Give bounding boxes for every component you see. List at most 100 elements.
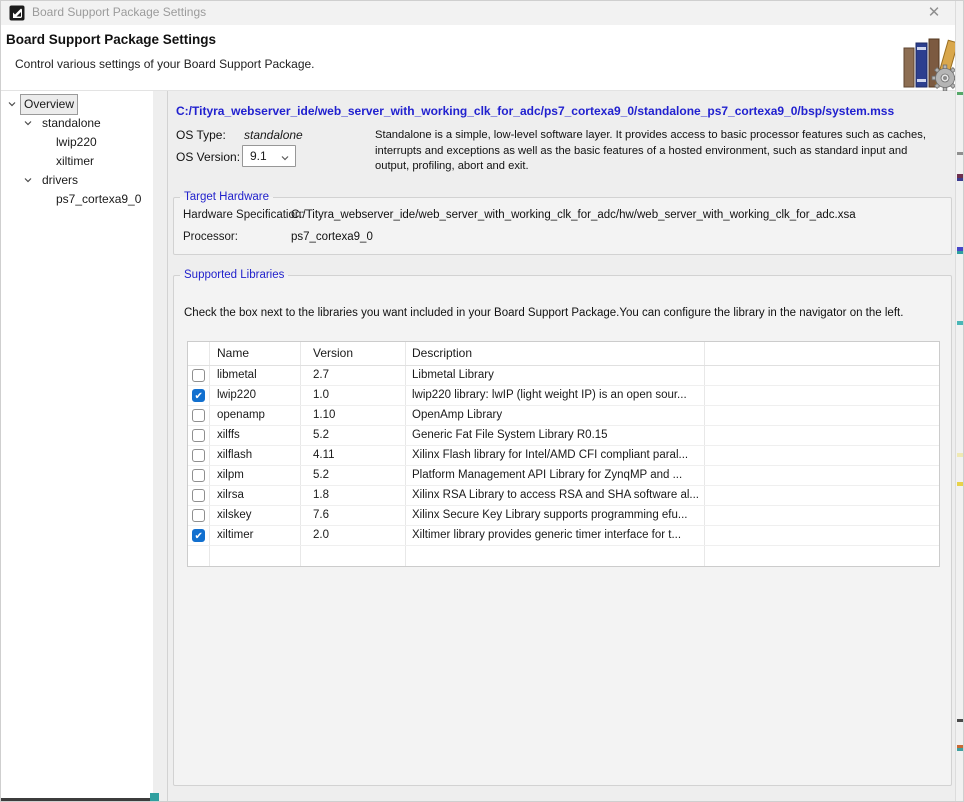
navigator-sidebar: Overview standalone lwip220 xiltimer dri… (1, 91, 153, 798)
library-row[interactable]: xilflash 4.11 Xilinx Flash library for I… (188, 446, 939, 466)
bottom-edge-artifact (1, 798, 153, 801)
annotation-mark[interactable] (957, 719, 963, 722)
library-row[interactable]: lwip220 1.0 lwip220 library: lwIP (light… (188, 386, 939, 406)
sidebar-item-xiltimer[interactable]: xiltimer (1, 152, 153, 171)
library-checkbox[interactable] (192, 389, 205, 402)
library-row[interactable]: libmetal 2.7 Libmetal Library (188, 366, 939, 386)
library-row-empty-cell (705, 526, 939, 545)
library-description: Xilinx Flash library for Intel/AMD CFI c… (406, 446, 705, 465)
empty-table-row (188, 546, 939, 566)
page-subtitle: Control various settings of your Board S… (15, 57, 315, 71)
library-row[interactable]: xiltimer 2.0 Xiltimer library provides g… (188, 526, 939, 546)
app-logo-icon (9, 5, 25, 21)
header-name: Name (210, 342, 301, 365)
target-hardware-legend: Target Hardware (180, 191, 273, 203)
tree-item-label: Overview (21, 95, 77, 114)
close-button[interactable]: ✕ (923, 3, 945, 23)
overview-ruler[interactable] (955, 1, 963, 801)
library-version: 5.2 (301, 426, 406, 445)
library-version: 5.2 (301, 466, 406, 485)
library-row[interactable]: xilffs 5.2 Generic Fat File System Libra… (188, 426, 939, 446)
library-description: Platform Management API Library for Zynq… (406, 466, 705, 485)
sidebar-item-ps7_cortexa9_0[interactable]: ps7_cortexa9_0 (1, 190, 153, 209)
library-name: lwip220 (210, 386, 301, 405)
library-name: xiltimer (210, 526, 301, 545)
chevron-down-icon[interactable] (23, 175, 33, 185)
supported-libraries-legend: Supported Libraries (180, 269, 288, 281)
hardware-spec-label: Hardware Specification: (183, 209, 304, 221)
library-row-empty-cell (705, 486, 939, 505)
libraries-table-body: libmetal 2.7 Libmetal Library lwip220 1.… (188, 366, 939, 546)
library-row[interactable]: xilrsa 1.8 Xilinx RSA Library to access … (188, 486, 939, 506)
annotation-mark[interactable] (957, 251, 963, 254)
os-version-select[interactable]: 9.1 (242, 145, 296, 167)
libraries-table-header: Name Version Description (188, 342, 939, 366)
annotation-mark[interactable] (957, 92, 963, 95)
libraries-table: Name Version Description libmetal 2.7 Li… (187, 341, 940, 567)
tree-item-label: xiltimer (53, 152, 97, 171)
annotation-mark[interactable] (957, 748, 963, 751)
library-version: 2.0 (301, 526, 406, 545)
library-checkbox[interactable] (192, 529, 205, 542)
chevron-down-icon[interactable] (7, 99, 17, 109)
library-description: Xilinx RSA Library to access RSA and SHA… (406, 486, 705, 505)
library-checkbox[interactable] (192, 489, 205, 502)
library-description: lwip220 library: lwIP (light weight IP) … (406, 386, 705, 405)
library-description: Xiltimer library provides generic timer … (406, 526, 705, 545)
annotation-mark[interactable] (957, 178, 963, 181)
annotation-mark[interactable] (957, 453, 963, 457)
annotation-mark[interactable] (957, 152, 963, 155)
library-checkbox[interactable] (192, 369, 205, 382)
library-checkbox[interactable] (192, 429, 205, 442)
header-version: Version (301, 342, 406, 365)
page-title: Board Support Package Settings (6, 32, 216, 47)
sidebar-item-drivers[interactable]: drivers (1, 171, 153, 190)
annotation-mark[interactable] (957, 321, 963, 325)
supported-libraries-group: Supported Libraries Check the box next t… (173, 269, 952, 786)
hardware-spec-value: C:/Tityra_webserver_ide/web_server_with_… (291, 209, 856, 221)
header-empty (705, 342, 939, 365)
library-row[interactable]: openamp 1.10 OpenAmp Library (188, 406, 939, 426)
library-row-empty-cell (705, 426, 939, 445)
library-name: xilrsa (210, 486, 301, 505)
library-description: Xilinx Secure Key Library supports progr… (406, 506, 705, 525)
mss-file-path[interactable]: C:/Tityra_webserver_ide/web_server_with_… (176, 104, 894, 118)
library-books-gear-icon (901, 35, 959, 91)
header-description: Description (406, 342, 705, 365)
library-checkbox[interactable] (192, 469, 205, 482)
chevron-down-icon[interactable] (23, 118, 33, 128)
library-version: 1.10 (301, 406, 406, 425)
sidebar-item-overview[interactable]: Overview (1, 95, 153, 114)
annotation-mark[interactable] (957, 482, 963, 486)
library-name: xilffs (210, 426, 301, 445)
library-row-empty-cell (705, 466, 939, 485)
library-description: Libmetal Library (406, 366, 705, 385)
sidebar-item-standalone[interactable]: standalone (1, 114, 153, 133)
window-title: Board Support Package Settings (32, 5, 206, 19)
library-version: 1.0 (301, 386, 406, 405)
tree-item-label: standalone (39, 114, 104, 133)
library-version: 7.6 (301, 506, 406, 525)
hardware-spec-row: Hardware Specification: C:/Tityra_webser… (183, 209, 304, 221)
os-version-value: 9.1 (250, 149, 267, 163)
library-row-empty-cell (705, 446, 939, 465)
os-version-label: OS Version: (176, 150, 240, 164)
library-name: xilflash (210, 446, 301, 465)
title-bar: Board Support Package Settings ✕ (1, 1, 963, 25)
library-row-empty-cell (705, 386, 939, 405)
processor-label: Processor: (183, 231, 238, 243)
library-version: 2.7 (301, 366, 406, 385)
library-checkbox[interactable] (192, 449, 205, 462)
library-row[interactable]: xilpm 5.2 Platform Management API Librar… (188, 466, 939, 486)
library-name: xilpm (210, 466, 301, 485)
library-checkbox[interactable] (192, 409, 205, 422)
sidebar-item-lwip220[interactable]: lwip220 (1, 133, 153, 152)
library-row[interactable]: xilskey 7.6 Xilinx Secure Key Library su… (188, 506, 939, 526)
chevron-down-icon (280, 153, 290, 163)
library-row-empty-cell (705, 406, 939, 425)
library-row-empty-cell (705, 506, 939, 525)
processor-row: Processor: ps7_cortexa9_0 (183, 231, 238, 243)
library-version: 4.11 (301, 446, 406, 465)
library-checkbox[interactable] (192, 509, 205, 522)
library-name: openamp (210, 406, 301, 425)
